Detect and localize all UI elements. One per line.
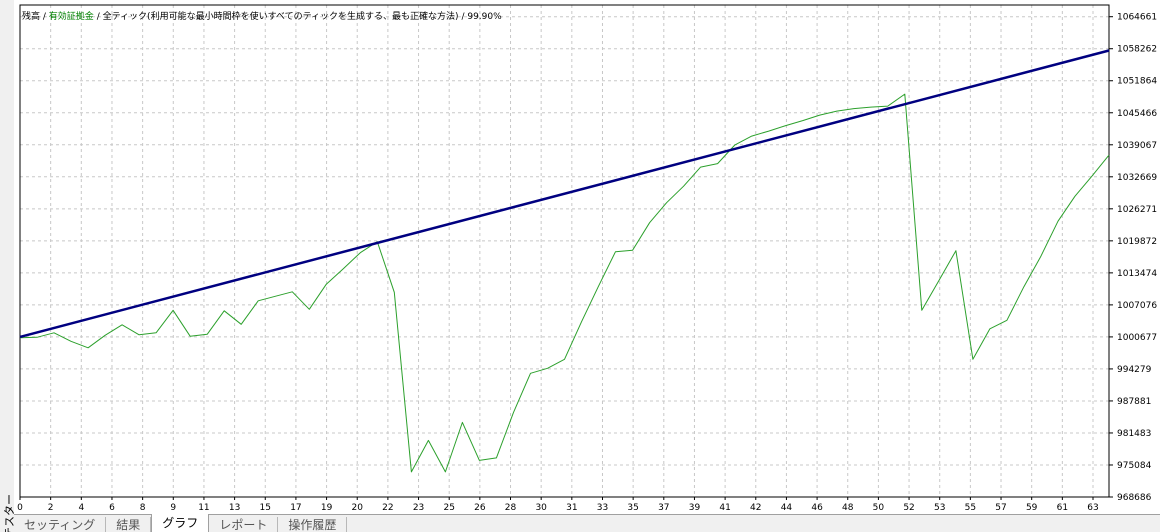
x-tick-label: 17 — [290, 503, 301, 513]
x-tick-label: 35 — [627, 503, 638, 513]
x-tick-label: 4 — [78, 503, 84, 513]
y-tick-label: 1032669 — [1117, 173, 1157, 183]
x-tick-label: 22 — [382, 503, 393, 513]
x-tick-label: 23 — [413, 503, 424, 513]
x-tick-label: 11 — [198, 503, 209, 513]
tab-settings[interactable]: セッティング — [14, 517, 107, 532]
x-tick-label: 55 — [965, 503, 976, 513]
tester-panel: テスター 1064661 1058262 1051864 1045466 1039067… — [0, 0, 1160, 532]
x-tick-label: 63 — [1087, 503, 1098, 513]
tester-tab-bar: セッティング 結果 グラフ レポート 操作履歴 — [14, 514, 1160, 532]
x-tick-label: 42 — [750, 503, 761, 513]
graph-chart: 1064661 1058262 1051864 1045466 1039067 10326… — [14, 0, 1160, 514]
x-tick-label: 8 — [140, 503, 146, 513]
x-tick-label: 28 — [505, 503, 517, 513]
x-tick-label: 25 — [443, 503, 454, 513]
tester-side-strip: テスター — [0, 0, 16, 532]
x-tick-label: 52 — [903, 503, 914, 513]
legend-quality: 99.90% — [467, 12, 502, 22]
x-tick-label: 53 — [934, 503, 945, 513]
x-tick-label: 6 — [109, 503, 115, 513]
x-tick-label: 13 — [229, 503, 240, 513]
x-tick-label: 44 — [781, 503, 793, 513]
x-tick-label: 9 — [170, 503, 176, 513]
x-tick-label: 39 — [689, 503, 701, 513]
y-tick-label: 1045466 — [1117, 109, 1157, 119]
x-tick-label: 15 — [260, 503, 271, 513]
y-tick-label: 1064661 — [1117, 13, 1157, 23]
y-tick-label: 975084 — [1117, 461, 1152, 471]
y-tick-label: 1039067 — [1117, 141, 1157, 151]
y-axis: 1064661 1058262 1051864 1045466 1039067 10326… — [1109, 13, 1157, 503]
x-tick-label: 31 — [566, 503, 577, 513]
legend-equity: 有効証拠金 — [49, 10, 94, 22]
x-tick-label: 59 — [1026, 503, 1038, 513]
x-axis: 0 2 4 6 8 9 11 13 15 17 19 20 22 23 25 26 28 30 31 33 35 37 39… — [17, 497, 1099, 513]
tab-graph[interactable]: グラフ — [151, 514, 210, 532]
y-tick-label: 1026271 — [1117, 205, 1157, 215]
x-tick-label: 48 — [842, 503, 854, 513]
y-tick-label: 968686 — [1117, 493, 1152, 503]
x-tick-label: 41 — [719, 503, 730, 513]
x-tick-label: 30 — [535, 503, 547, 513]
x-tick-label: 57 — [995, 503, 1006, 513]
y-tick-label: 987881 — [1117, 397, 1151, 407]
chart-grid — [20, 5, 1109, 498]
y-tick-label: 1000677 — [1117, 333, 1157, 343]
tab-report[interactable]: レポート — [209, 517, 279, 532]
y-tick-label: 1058262 — [1117, 45, 1157, 55]
y-tick-label: 1007076 — [1117, 301, 1157, 311]
y-tick-label: 1013474 — [1117, 269, 1157, 279]
x-tick-label: 37 — [658, 503, 669, 513]
x-tick-label: 61 — [1057, 503, 1068, 513]
y-tick-label: 1051864 — [1117, 77, 1157, 87]
y-tick-label: 981483 — [1117, 429, 1151, 439]
y-tick-label: 1019872 — [1117, 237, 1157, 247]
tab-journal[interactable]: 操作履歴 — [278, 517, 348, 532]
plot-border — [19, 4, 1110, 498]
equity-line — [19, 93, 1110, 473]
x-tick-label: 33 — [597, 503, 608, 513]
x-tick-label: 50 — [873, 503, 885, 513]
x-tick-label: 26 — [474, 503, 486, 513]
balance-line — [19, 49, 1110, 339]
x-tick-label: 46 — [811, 503, 823, 513]
x-tick-label: 19 — [321, 503, 333, 513]
tab-results[interactable]: 結果 — [106, 517, 152, 532]
legend-balance: 残高 — [22, 10, 40, 22]
series-layer — [19, 49, 1110, 473]
x-tick-label: 20 — [352, 503, 364, 513]
y-tick-label: 994279 — [1117, 365, 1152, 375]
x-tick-label: 2 — [48, 503, 54, 513]
chart-legend: 残高 / 有効証拠金 / 全ティック(利用可能な最小時間枠を使いすべてのティック… — [22, 10, 502, 22]
x-tick-label: 0 — [17, 503, 23, 513]
legend-model: 全ティック(利用可能な最小時間枠を使いすべてのティックを生成する、最も正確な方法… — [103, 10, 459, 22]
